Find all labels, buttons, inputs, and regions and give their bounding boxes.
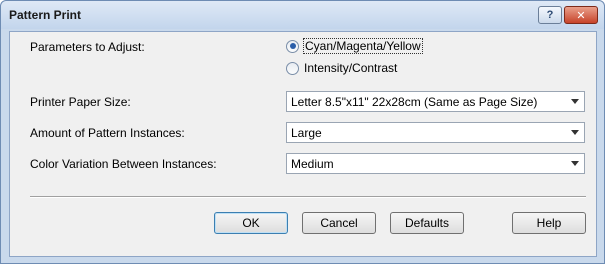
help-button[interactable]: Help: [512, 212, 586, 234]
paper-size-select[interactable]: Letter 8.5"x11" 22x28cm (Same as Page Si…: [286, 91, 585, 112]
titlebar-help-button[interactable]: ?: [538, 6, 562, 24]
radio-label-intensity: Intensity/Contrast: [304, 61, 398, 75]
radio-intensity-contrast[interactable]: Intensity/Contrast: [286, 61, 397, 75]
chevron-down-icon: [571, 99, 579, 104]
question-icon: ?: [546, 9, 554, 21]
variation-select[interactable]: Medium: [286, 153, 585, 174]
close-icon: ✕: [576, 9, 586, 22]
parameters-label: Parameters to Adjust:: [30, 40, 145, 54]
dialog-title: Pattern Print: [9, 8, 82, 22]
chevron-down-icon: [571, 130, 579, 135]
pattern-print-dialog: Pattern Print ? ✕ Parameters to Adjust: …: [0, 0, 605, 264]
variation-value: Medium: [291, 156, 334, 171]
paper-size-value: Letter 8.5"x11" 22x28cm (Same as Page Si…: [291, 94, 538, 109]
chevron-down-icon: [571, 161, 579, 166]
defaults-button[interactable]: Defaults: [390, 212, 464, 234]
help-button-label: Help: [536, 216, 562, 230]
cancel-button-label: Cancel: [320, 216, 358, 230]
radio-button-unselected[interactable]: [286, 61, 299, 75]
radio-button-selected[interactable]: [286, 39, 299, 53]
dialog-body: Parameters to Adjust: Cyan/Magenta/Yello…: [9, 31, 597, 257]
paper-size-label: Printer Paper Size:: [30, 95, 131, 109]
instances-label: Amount of Pattern Instances:: [30, 126, 185, 140]
ok-button-label: OK: [242, 216, 260, 230]
instances-select[interactable]: Large: [286, 122, 585, 143]
cancel-button[interactable]: Cancel: [302, 212, 376, 234]
defaults-button-label: Defaults: [404, 216, 450, 230]
radio-cyan-magenta-yellow[interactable]: Cyan/Magenta/Yellow: [286, 38, 423, 54]
variation-label: Color Variation Between Instances:: [30, 157, 217, 171]
title-bar[interactable]: Pattern Print ? ✕: [1, 1, 604, 29]
radio-label-cmy: Cyan/Magenta/Yellow: [303, 38, 423, 54]
instances-value: Large: [291, 125, 322, 140]
titlebar-close-button[interactable]: ✕: [564, 6, 598, 24]
ok-button[interactable]: OK: [214, 212, 288, 234]
separator: [30, 196, 586, 198]
